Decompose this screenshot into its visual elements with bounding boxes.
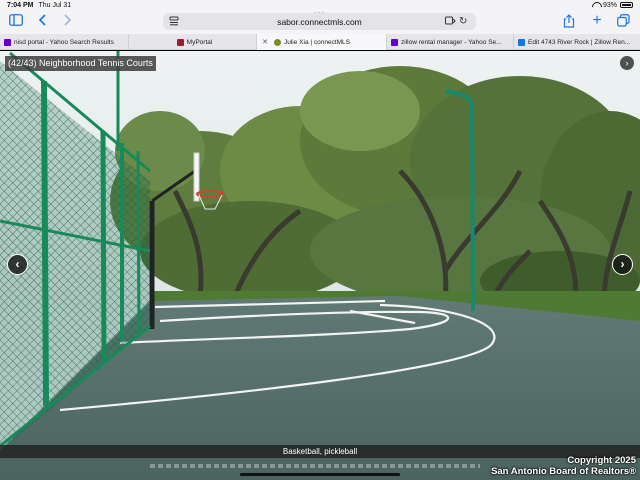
copyright-line-2: San Antonio Board of Realtors® <box>491 466 636 477</box>
photo-viewer: (42/43) Neighborhood Tennis Courts › ‹ ›… <box>0 51 640 480</box>
expand-arrow-icon[interactable]: › <box>620 56 634 70</box>
browser-toolbar: ••• sabor.connectmls.com ↻ + <box>0 9 640 34</box>
status-right: 93% <box>592 2 633 9</box>
sidebar-icon[interactable] <box>9 14 23 28</box>
yahoo-favicon-icon <box>391 38 398 46</box>
close-tab-icon[interactable]: ✕ <box>261 38 269 46</box>
zillow-favicon-icon <box>518 38 525 46</box>
battery-icon <box>620 2 633 8</box>
tab-myportal[interactable]: MyPortal <box>129 34 257 50</box>
url-text: sabor.connectmls.com <box>277 16 362 27</box>
chevron-right-icon[interactable] <box>60 14 74 28</box>
myportal-favicon-icon <box>176 38 184 46</box>
reload-icon[interactable]: ↻ <box>459 16 470 27</box>
yahoo-favicon-icon <box>4 38 11 46</box>
wifi-icon <box>592 2 600 8</box>
thumbnail-strip[interactable] <box>150 464 480 468</box>
home-indicator[interactable] <box>240 473 400 476</box>
photo-counter: (42/43) Neighborhood Tennis Courts <box>5 56 156 71</box>
tab-connectmls[interactable]: ✕ Julie Xia | connectMLS <box>257 34 387 50</box>
share-icon[interactable] <box>562 14 576 28</box>
translate-icon[interactable] <box>445 16 456 27</box>
tab-label: Edit 4743 River Rock | Zillow Ren... <box>528 38 631 46</box>
tab-label: zillow rental manager - Yahoo Se... <box>401 38 502 46</box>
tab-label: nisd portal - Yahoo Search Results <box>14 38 114 46</box>
prev-arrow-icon[interactable]: ‹ <box>7 254 28 275</box>
tab-zillow-rental-manager[interactable]: zillow rental manager - Yahoo Se... <box>387 34 514 50</box>
address-bar[interactable]: sabor.connectmls.com ↻ <box>163 13 476 30</box>
copyright-line-1: Copyright 2025 <box>567 455 636 466</box>
status-date: Thu Jul 31 <box>38 1 72 9</box>
connectmls-favicon-icon <box>274 38 281 46</box>
next-arrow-icon[interactable]: › <box>612 254 633 275</box>
page-menu-icon[interactable] <box>169 16 180 27</box>
tab-label: Julie Xia | connectMLS <box>284 38 350 46</box>
copyright-watermark: Copyright 2025 San Antonio Board of Real… <box>491 455 636 477</box>
plus-icon[interactable]: + <box>590 13 604 29</box>
tabs-icon[interactable] <box>616 14 630 28</box>
chevron-left-icon[interactable] <box>36 14 50 28</box>
tab-bar: nisd portal - Yahoo Search Results MyPor… <box>0 34 640 50</box>
tab-nisd-portal[interactable]: nisd portal - Yahoo Search Results <box>0 34 129 50</box>
battery-percent: 93% <box>602 1 617 9</box>
tab-zillow-edit[interactable]: Edit 4743 River Rock | Zillow Ren... <box>514 34 640 50</box>
listing-photo <box>0 51 640 480</box>
status-time: 7:04 PM <box>7 1 34 9</box>
tab-label: MyPortal <box>186 38 213 46</box>
